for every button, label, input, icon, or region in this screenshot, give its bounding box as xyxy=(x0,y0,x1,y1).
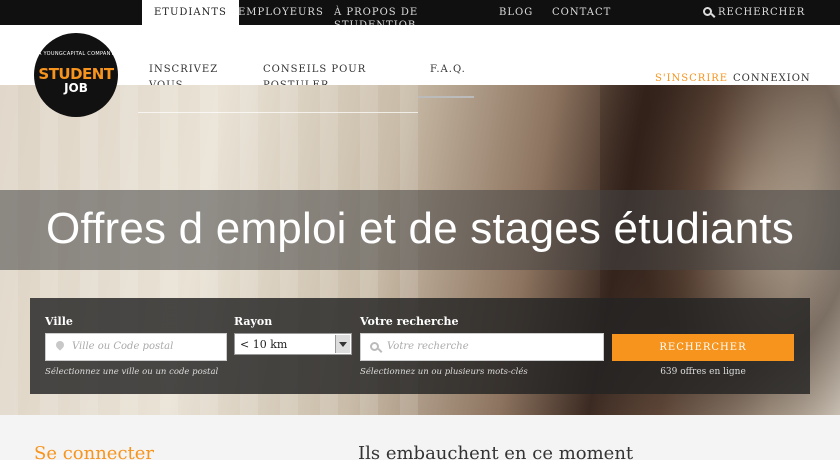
nav-conseils-line1: Conseils pour xyxy=(263,64,367,75)
nav-divider xyxy=(138,112,418,113)
login-link[interactable]: Connexion xyxy=(733,73,811,84)
top-search-label: Rechercher xyxy=(718,7,806,18)
tab-blog[interactable]: Blog xyxy=(499,0,533,25)
tab-a-propos[interactable]: À propos de StudentJob xyxy=(334,0,474,25)
location-pin-icon xyxy=(54,339,66,351)
tab-contact[interactable]: Contact xyxy=(552,0,611,25)
radius-label: Rayon xyxy=(234,315,273,328)
logo-tagline: A YOUNGCAPITAL COMPANY xyxy=(37,51,115,57)
city-placeholder: Ville ou Code postal xyxy=(72,341,174,352)
chevron-down-icon xyxy=(335,335,350,353)
city-input[interactable]: Ville ou Code postal xyxy=(45,333,227,361)
city-hint: Sélectionnez une ville ou un code postal xyxy=(45,367,219,377)
query-label: Votre recherche xyxy=(360,315,459,328)
offers-count: 639 offres en ligne xyxy=(660,367,746,377)
tab-employeurs[interactable]: Employeurs xyxy=(238,0,324,25)
radius-value: < 10 km xyxy=(240,338,288,351)
login-heading[interactable]: Se connecter xyxy=(34,443,154,460)
signup-link[interactable]: S'inscrire xyxy=(655,73,728,84)
studentjob-logo[interactable]: A YOUNGCAPITAL COMPANY STUDENT JOB xyxy=(34,33,118,117)
top-nav-bar: Etudiants Employeurs À propos de Student… xyxy=(0,0,840,25)
top-search-link[interactable]: Rechercher xyxy=(703,0,805,25)
bottom-section: Se connecter Ils embauchent en ce moment xyxy=(0,415,840,460)
search-icon xyxy=(703,7,712,16)
logo-job: JOB xyxy=(64,81,88,95)
nav-active-underline xyxy=(418,96,474,98)
search-button[interactable]: Rechercher xyxy=(612,334,794,361)
query-hint: Sélectionnez un ou plusieurs mots-clés xyxy=(360,367,528,377)
nav-inscrivez-line1: Inscrivez xyxy=(149,64,219,75)
nav-faq[interactable]: F.A.Q. xyxy=(430,62,466,78)
search-icon xyxy=(370,342,379,351)
tab-etudiants[interactable]: Etudiants xyxy=(142,0,239,25)
city-label: Ville xyxy=(45,315,73,328)
query-input[interactable]: Votre recherche xyxy=(360,333,604,361)
radius-select[interactable]: < 10 km xyxy=(234,333,352,355)
hiring-heading: Ils embauchent en ce moment xyxy=(358,443,634,460)
query-placeholder: Votre recherche xyxy=(387,341,469,352)
hero-headline: Offres d emploi et de stages étudiants xyxy=(46,204,794,253)
main-header: Inscrivez vous Conseils pour postuler F.… xyxy=(0,25,840,91)
